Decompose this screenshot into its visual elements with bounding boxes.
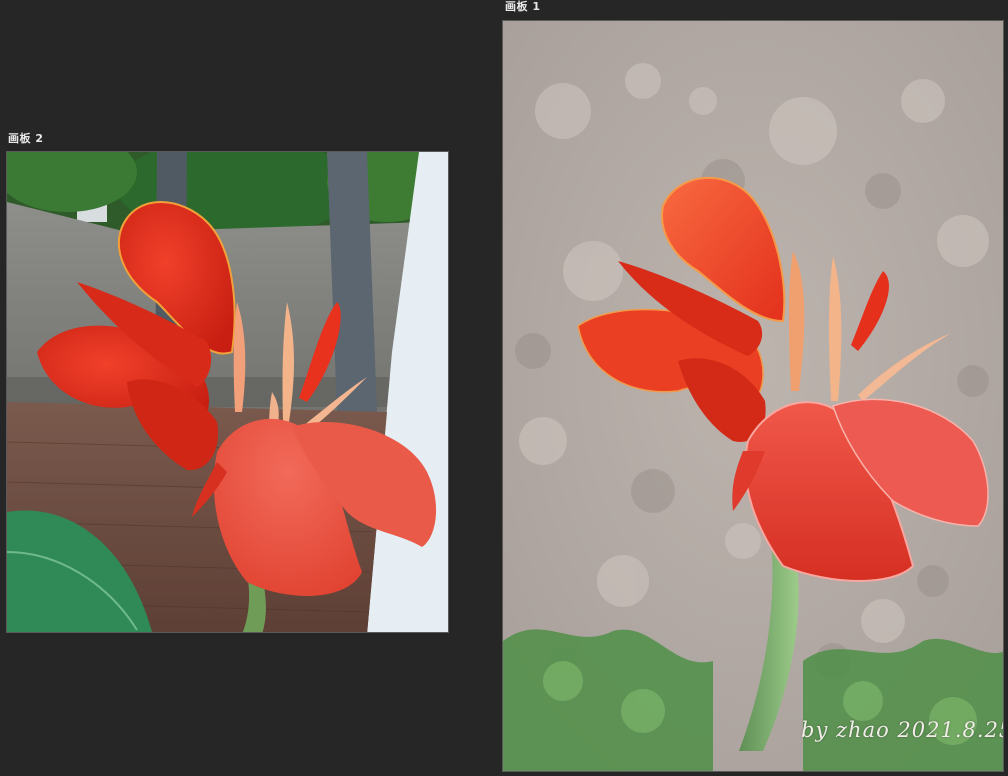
artist-signature: by zhao 2021.8.25 <box>801 718 1004 742</box>
artboard-1-label[interactable]: 画板 1 <box>505 1 540 13</box>
artboard-2-label[interactable]: 画板 2 <box>8 133 43 145</box>
digital-painting <box>503 21 1003 771</box>
artboard-1-painting[interactable]: by zhao 2021.8.25 <box>502 20 1004 772</box>
artboard-2-photo[interactable] <box>6 151 449 633</box>
reference-photo <box>7 152 448 632</box>
